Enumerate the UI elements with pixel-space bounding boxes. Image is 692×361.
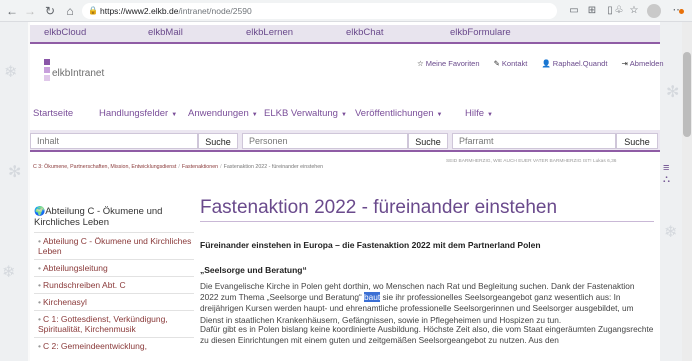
menu-handlungsfelder[interactable]: Handlungsfelder ▼ <box>99 108 177 119</box>
sidebar-item-rundschreiben[interactable]: • Rundschreiben Abt. C <box>34 276 194 293</box>
nav-elkbcloud[interactable]: elkbCloud <box>44 27 86 38</box>
star-icon: ☆ <box>417 59 424 68</box>
search-bar: Inhalt Suche Personen Suche Pfarramt Suc… <box>30 130 660 152</box>
persons-search-input[interactable]: Personen <box>242 133 408 149</box>
sidebar-title: 🌍Abteilung C - Ökumene und Kirchliches L… <box>34 206 163 228</box>
address-bar[interactable]: 🔒 https://www2.elkb.de/intranet/node/259… <box>82 3 557 19</box>
hamburger-menu-icon[interactable]: ≡ <box>663 162 669 174</box>
back-icon[interactable]: ← <box>4 3 20 19</box>
nav-elkbformulare[interactable]: elkbFormulare <box>450 27 511 38</box>
caret-down-icon: ▼ <box>171 112 178 118</box>
sidebar-list: • Abteilung C - Ökumene und Kirchliches L… <box>34 232 194 354</box>
favorite-star-icon[interactable]: ☆ <box>627 4 641 18</box>
background-decoration-left: ❄ ✻ ❄ <box>0 22 28 361</box>
menu-veroeffentlichungen[interactable]: Veröffentlichungen ▼ <box>355 108 442 119</box>
reload-icon[interactable]: ↻ <box>42 3 58 19</box>
url-path: /intranet/node/2590 <box>178 6 252 16</box>
browser-toolbar: ← → ↻ ⌂ 🔒 https://www2.elkb.de/intranet/… <box>0 0 692 22</box>
article-subheading: „Seelsorge und Beratung“ <box>200 265 307 275</box>
pencil-icon: ✎ <box>493 59 500 68</box>
divider <box>30 42 660 44</box>
menu-anwendungen[interactable]: Anwendungen ▼ <box>188 108 258 119</box>
profile-avatar[interactable] <box>647 4 661 18</box>
user-icon: 👤 <box>541 59 551 68</box>
menu-elkb-verwaltung[interactable]: ELKB Verwaltung ▼ <box>264 108 347 119</box>
sidebar-item-abteilung-c[interactable]: • Abteilung C - Ökumene und Kirchliches L… <box>34 232 194 259</box>
more-menu-icon[interactable]: ⋯ <box>672 3 684 19</box>
selected-text: baut <box>364 292 381 303</box>
sidebar-item-c2[interactable]: • C 2: Gemeindeentwicklung, <box>34 337 194 354</box>
menu-startseite[interactable]: Startseite <box>33 108 73 119</box>
article-paragraph: Die Evangelische Kirche in Polen geht do… <box>200 281 635 325</box>
nav-elkbchat[interactable]: elkbChat <box>346 27 384 38</box>
contact-link[interactable]: ✎ Kontakt <box>494 59 534 68</box>
service-nav: elkbCloud elkbMail elkbLernen elkbChat e… <box>30 25 660 42</box>
web-page: ❄ ✻ ❄ ✻ ❄ elkbCloud elkbMail elkbLernen … <box>0 22 692 361</box>
user-link[interactable]: 👤 Raphael.Quandt <box>541 59 613 68</box>
caret-down-icon: ▼ <box>487 112 493 118</box>
sidebar-item-c1[interactable]: • C 1: Gottesdienst, Verkündigung, Spirit… <box>34 310 194 337</box>
favorites-link[interactable]: ☆ Meine Favoriten <box>417 59 486 68</box>
sidebar-item-abteilungsleitung[interactable]: • Abteilungsleitung <box>34 259 194 276</box>
breadcrumb: C 3: Ökumene, Partnerschaften, Mission, … <box>33 164 324 170</box>
logo-icon <box>44 59 50 83</box>
home-icon[interactable]: ⌂ <box>62 3 78 19</box>
screen-icon[interactable]: ▭ <box>567 4 581 18</box>
forward-icon[interactable]: → <box>22 3 38 19</box>
caret-down-icon: ▼ <box>340 112 347 118</box>
lock-icon: 🔒 <box>88 6 98 15</box>
article-heading: Füreinander einstehen in Europa – die Fa… <box>200 240 541 250</box>
menu-hilfe[interactable]: Hilfe ▼ <box>465 108 493 119</box>
breadcrumb-current: Fastenaktion 2022 - füreinander einstehe… <box>223 164 324 170</box>
breadcrumb-link[interactable]: Fastenaktionen <box>182 164 218 170</box>
main-menu: Startseite Handlungsfelder ▼ Anwendungen ▼… <box>30 106 660 124</box>
content-search-input[interactable]: Inhalt <box>30 133 198 149</box>
caret-down-icon: ▼ <box>251 112 258 118</box>
parish-search-input[interactable]: Pfarramt <box>452 133 616 149</box>
parish-search-button[interactable]: Suche <box>616 133 658 149</box>
page-content: elkbCloud elkbMail elkbLernen elkbChat e… <box>30 22 664 361</box>
article-paragraph: Dafür gibt es in Polen bislang keine koo… <box>200 324 654 346</box>
caret-down-icon: ▼ <box>436 112 443 118</box>
grid-icon[interactable]: ⊞ <box>585 4 599 18</box>
content-search-button[interactable]: Suche <box>198 133 238 149</box>
sitemap-icon[interactable]: ⛬ <box>663 174 670 185</box>
motto: SEID BARMHERZIG, WIE AUCH EUER VATER BAR… <box>446 159 617 164</box>
site-logo[interactable]: elkbIntranet <box>52 68 104 79</box>
nav-elkblernen[interactable]: elkbLernen <box>246 27 293 38</box>
page-title: Fastenaktion 2022 - füreinander einstehe… <box>200 197 558 218</box>
logout-link[interactable]: ⇥ Abmelden <box>622 59 670 68</box>
title-divider <box>200 221 654 222</box>
breadcrumb-link[interactable]: C 3: Ökumene, Partnerschaften, Mission, … <box>33 164 176 170</box>
scrollbar-thumb[interactable] <box>683 52 691 137</box>
sidebar-item-kirchenasyl[interactable]: • Kirchenasyl <box>34 293 194 310</box>
globe-icon: 🌍 <box>34 206 46 216</box>
extension-icon[interactable]: ♧ <box>612 4 626 18</box>
url-host: https://www2.elkb.de <box>100 6 179 16</box>
persons-search-button[interactable]: Suche <box>408 133 448 149</box>
logout-icon: ⇥ <box>621 59 628 68</box>
nav-elkbmail[interactable]: elkbMail <box>148 27 183 38</box>
user-utilities: ☆ Meine Favoriten ✎ Kontakt 👤 Raphael.Quand… <box>417 59 676 68</box>
